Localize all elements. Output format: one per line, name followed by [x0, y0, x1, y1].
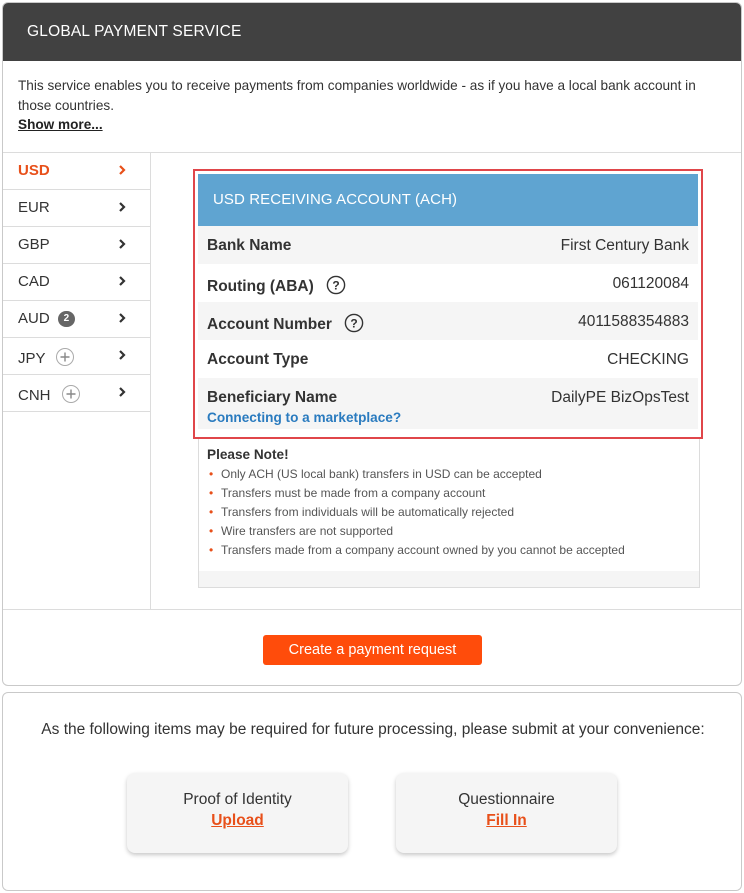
receiving-account-card: USD RECEIVING ACCOUNT (ACH) Bank Name Fi… [198, 174, 698, 434]
sidebar-item-usd[interactable]: USD [3, 153, 150, 190]
fill-in-link[interactable]: Fill In [486, 812, 526, 830]
row-label: Account Type [207, 351, 309, 368]
documents-panel: As the following items may be required f… [2, 692, 742, 891]
currency-label: EUR [18, 199, 50, 216]
plus-circle-icon[interactable] [55, 347, 75, 367]
chevron-right-icon [119, 350, 126, 360]
currency-label: CAD [18, 273, 50, 290]
note-item: Transfers from individuals will be autom… [207, 503, 699, 522]
upload-link[interactable]: Upload [211, 812, 264, 830]
row-value: 4011588354883 [578, 313, 689, 330]
account-row-routing: Routing (ABA) ? 061120084 [198, 264, 698, 302]
account-row-account-number: Account Number ? 4011588354883 [198, 302, 698, 340]
currency-label: GBP [18, 236, 50, 253]
note-item: Wire transfers are not supported [207, 522, 699, 541]
row-value: CHECKING [607, 351, 689, 368]
card-title: Questionnaire [458, 791, 555, 808]
show-more-link[interactable]: Show more... [18, 117, 103, 132]
currency-label: AUD [18, 310, 50, 327]
chevron-right-icon [119, 387, 126, 397]
create-payment-request-button[interactable]: Create a payment request [263, 635, 482, 665]
note-box: Please Note! Only ACH (US local bank) tr… [198, 439, 700, 588]
row-value: DailyPE BizOpsTest [551, 389, 689, 406]
account-card-header: USD RECEIVING ACCOUNT (ACH) [198, 174, 698, 226]
row-label: Routing (ABA) [207, 278, 314, 295]
account-body: USD EUR GBP CAD AUD 2 JPY CNH USD RECEIV… [3, 153, 741, 610]
currency-sidebar: USD EUR GBP CAD AUD 2 JPY CNH [3, 153, 151, 610]
account-row-beneficiary: Beneficiary Name DailyPE BizOpsTest Conn… [198, 378, 698, 429]
count-badge: 2 [57, 311, 75, 327]
card-title: Proof of Identity [183, 791, 292, 808]
help-icon[interactable]: ? [326, 275, 346, 295]
note-item: Transfers made from a company account ow… [207, 541, 699, 560]
sidebar-item-aud[interactable]: AUD 2 [3, 301, 150, 338]
sidebar-item-cad[interactable]: CAD [3, 264, 150, 301]
sidebar-item-jpy[interactable]: JPY [3, 338, 150, 375]
intro-text: This service enables you to receive paym… [18, 78, 696, 113]
questionnaire-card: Questionnaire Fill In [396, 773, 617, 853]
marketplace-link[interactable]: Connecting to a marketplace? [207, 410, 689, 425]
row-value: 061120084 [612, 275, 689, 292]
panel-header: GLOBAL PAYMENT SERVICE [3, 3, 741, 61]
chevron-right-icon [119, 165, 126, 175]
currency-label: JPY [18, 350, 46, 367]
plus-circle-icon[interactable] [61, 384, 81, 404]
row-label: Account Number [207, 316, 332, 333]
account-row-bank-name: Bank Name First Century Bank [198, 226, 698, 264]
currency-label: USD [18, 162, 50, 179]
row-label: Bank Name [207, 237, 292, 254]
chevron-right-icon [119, 202, 126, 212]
panel-title: GLOBAL PAYMENT SERVICE [27, 23, 242, 40]
account-card-title: USD RECEIVING ACCOUNT (ACH) [213, 191, 458, 208]
global-payment-panel: GLOBAL PAYMENT SERVICE This service enab… [2, 2, 742, 686]
sidebar-item-cnh[interactable]: CNH [3, 375, 150, 412]
account-row-account-type: Account Type CHECKING [198, 340, 698, 378]
note-item: Transfers must be made from a company ac… [207, 484, 699, 503]
proof-of-identity-card: Proof of Identity Upload [127, 773, 348, 853]
chevron-right-icon [119, 313, 126, 323]
help-icon[interactable]: ? [344, 313, 364, 333]
row-label: Beneficiary Name [207, 389, 338, 406]
intro-section: This service enables you to receive paym… [3, 61, 741, 153]
documents-text: As the following items may be required f… [41, 721, 705, 738]
cta-section: Create a payment request [3, 610, 741, 685]
note-content: Please Note! Only ACH (US local bank) tr… [199, 439, 699, 571]
row-value: First Century Bank [560, 237, 689, 254]
chevron-right-icon [119, 239, 126, 249]
svg-text:?: ? [351, 317, 358, 331]
note-footer [199, 571, 699, 587]
currency-label: CNH [18, 387, 51, 404]
account-highlight: USD RECEIVING ACCOUNT (ACH) Bank Name Fi… [193, 169, 703, 439]
note-item: Only ACH (US local bank) transfers in US… [207, 465, 699, 484]
svg-text:?: ? [332, 279, 339, 293]
sidebar-item-gbp[interactable]: GBP [3, 227, 150, 264]
note-title: Please Note! [207, 447, 289, 462]
chevron-right-icon [119, 276, 126, 286]
sidebar-item-eur[interactable]: EUR [3, 190, 150, 227]
